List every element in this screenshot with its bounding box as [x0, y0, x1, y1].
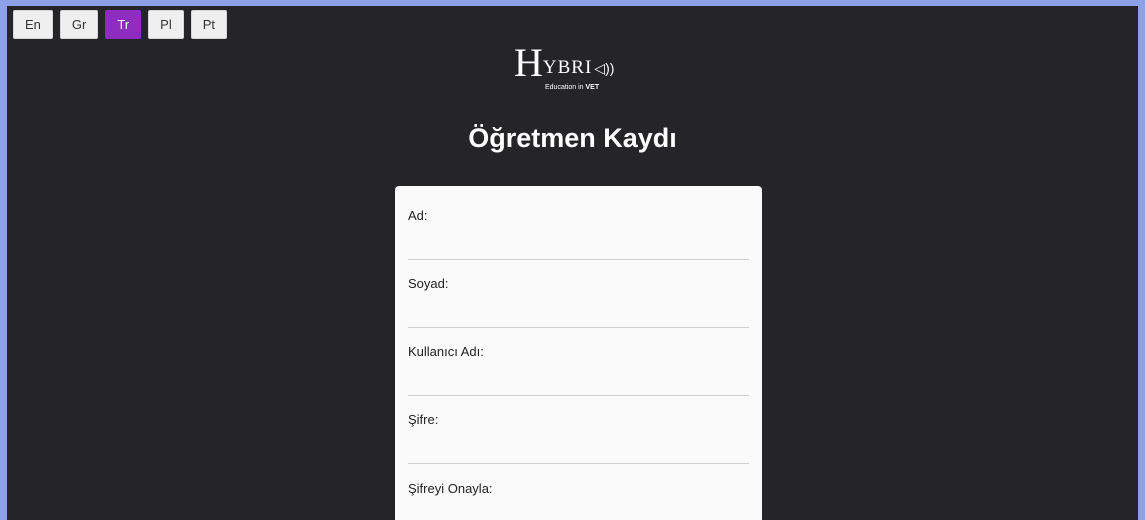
last-name-label: Soyad:	[408, 276, 449, 291]
hybrid-logo: H YBRI ◁)) Education in VET	[514, 40, 644, 94]
confirm-password-field: Şifreyi Onayla:	[408, 481, 749, 520]
language-button-tr[interactable]: Tr	[105, 10, 142, 39]
password-field: Şifre:	[408, 412, 749, 464]
logo-text: YBRI	[542, 57, 593, 78]
language-button-gr[interactable]: Gr	[59, 10, 99, 39]
logo-subtitle-bold: VET	[585, 84, 600, 91]
registration-form: Ad: Soyad: Kullanıcı Adı: Şifre: Şifreyi…	[395, 186, 762, 520]
username-field: Kullanıcı Adı:	[408, 344, 749, 396]
page-frame: En Gr Tr Pl Pt H YBRI ◁)) Education in V…	[7, 6, 1138, 520]
language-button-en[interactable]: En	[13, 10, 53, 39]
confirm-password-input[interactable]	[408, 513, 749, 520]
language-button-pl[interactable]: Pl	[148, 10, 184, 39]
first-name-input[interactable]	[408, 240, 749, 260]
password-label: Şifre:	[408, 412, 439, 427]
last-name-field: Soyad:	[408, 276, 749, 328]
username-input[interactable]	[408, 376, 749, 396]
last-name-input[interactable]	[408, 308, 749, 328]
logo-subtitle-prefix: Education in	[545, 84, 584, 91]
logo-letter-h: H	[514, 40, 543, 85]
language-bar: En Gr Tr Pl Pt	[13, 10, 228, 39]
first-name-field: Ad:	[408, 208, 749, 260]
logo-subtitle: Education in VET	[545, 84, 599, 91]
confirm-password-label: Şifreyi Onayla:	[408, 481, 493, 496]
language-button-pt[interactable]: Pt	[190, 10, 228, 39]
password-input[interactable]	[408, 444, 749, 464]
logo-wordmark: H YBRI ◁))	[514, 40, 615, 85]
first-name-label: Ad:	[408, 208, 428, 223]
sound-wave-icon: ◁))	[594, 60, 615, 76]
username-label: Kullanıcı Adı:	[408, 344, 484, 359]
page-title: Öğretmen Kaydı	[468, 123, 677, 153]
